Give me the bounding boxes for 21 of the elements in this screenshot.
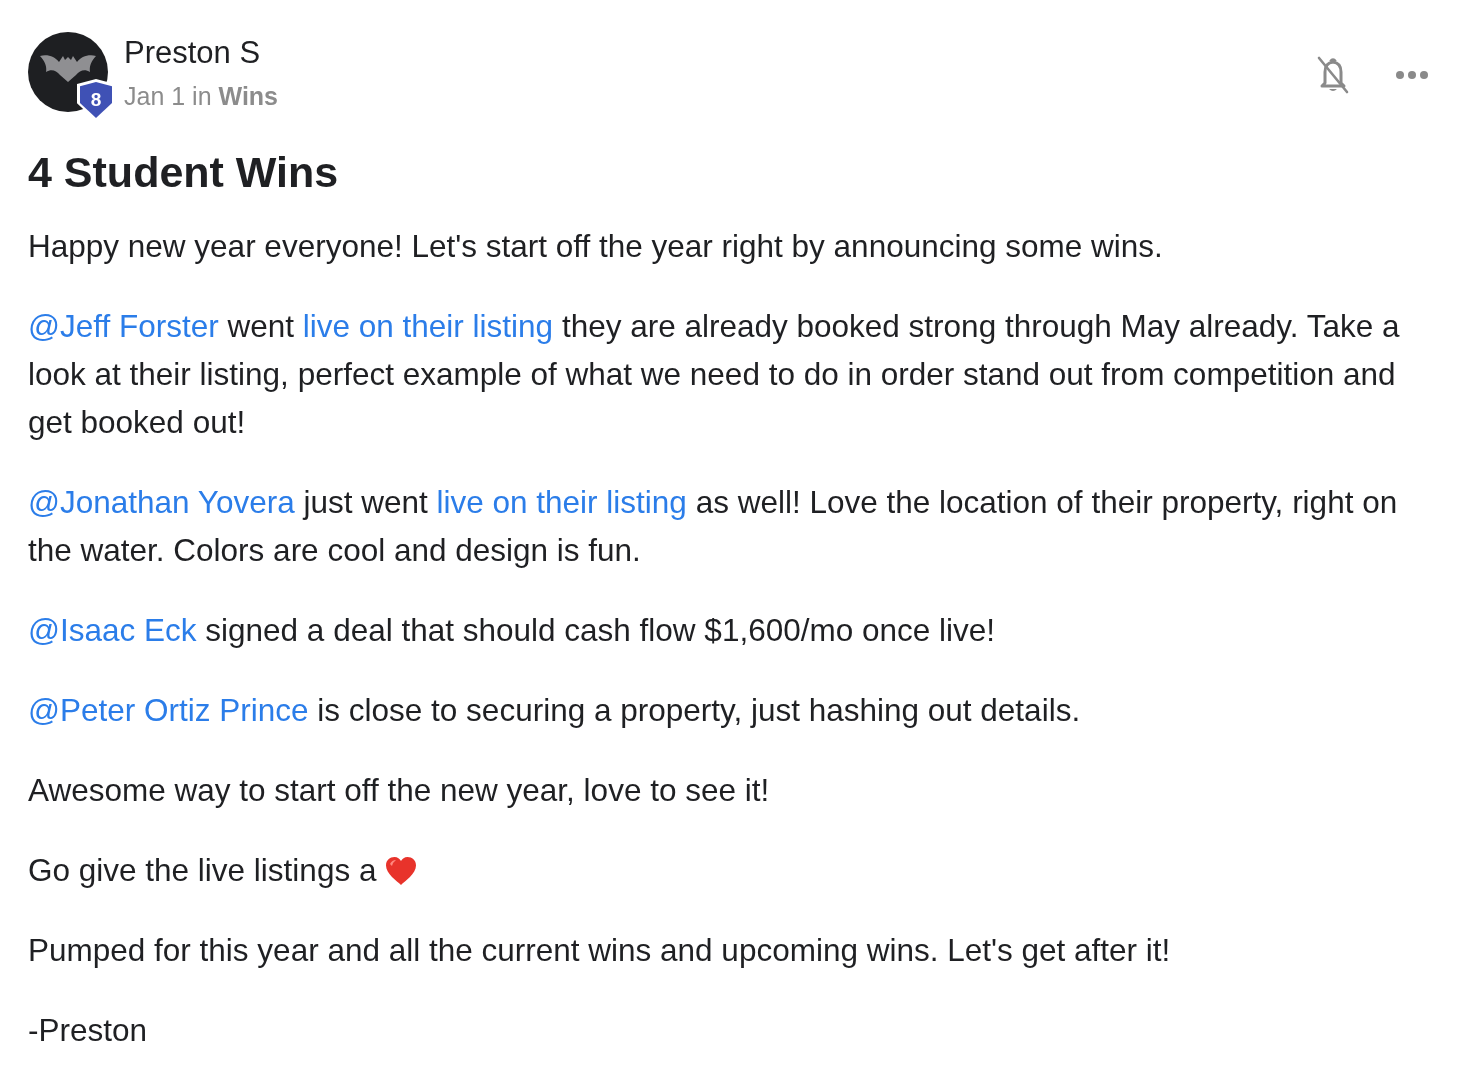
post-title: 4 Student Wins bbox=[28, 147, 340, 198]
link[interactable]: live on their listing bbox=[436, 484, 687, 520]
mention-link[interactable]: @Jonathan Yovera bbox=[28, 484, 295, 520]
post-paragraph: @Jonathan Yovera just went live on their listing as well! Love the location of their property, right on the water. Colors are cool and design is fun. bbox=[28, 483, 1399, 570]
post-paragraph: Happy new year everyone! Let's start off the year right by announcing some wins. bbox=[28, 227, 1164, 266]
post-paragraph: @Peter Ortiz Prince is close to securing a property, just hashing out details. bbox=[28, 691, 1082, 730]
post-meta: Jan 1 in Wins bbox=[124, 81, 278, 112]
heart-icon bbox=[385, 856, 418, 886]
more-icon bbox=[1396, 71, 1428, 79]
mention-link[interactable]: @Peter Ortiz Prince bbox=[28, 692, 309, 728]
post-paragraph: -Preston bbox=[28, 1011, 149, 1050]
level-badge: 8 bbox=[77, 79, 115, 121]
mention-link[interactable]: @Jeff Forster bbox=[28, 308, 219, 344]
post-paragraph: @Isaac Eck signed a deal that should cash flow $1,600/mo once live! bbox=[28, 611, 997, 650]
mention-link[interactable]: @Isaac Eck bbox=[28, 612, 197, 648]
link[interactable]: live on their listing bbox=[302, 308, 554, 344]
author-name-link[interactable]: Preston S bbox=[124, 34, 261, 72]
post-paragraph: Pumped for this year and all the current wins and upcoming wins. Let's get after it! bbox=[28, 931, 1172, 970]
post-paragraph: @Jeff Forster went live on their listing they are already booked strong through May already. Take a look at their listing, perfect example of what we need to do in order stand out from competition and get booked out! bbox=[28, 307, 1401, 442]
post-paragraph: Go give the live listings a bbox=[28, 846, 1434, 894]
post-paragraph: Awesome way to start off the new year, love to see it! bbox=[28, 771, 771, 810]
